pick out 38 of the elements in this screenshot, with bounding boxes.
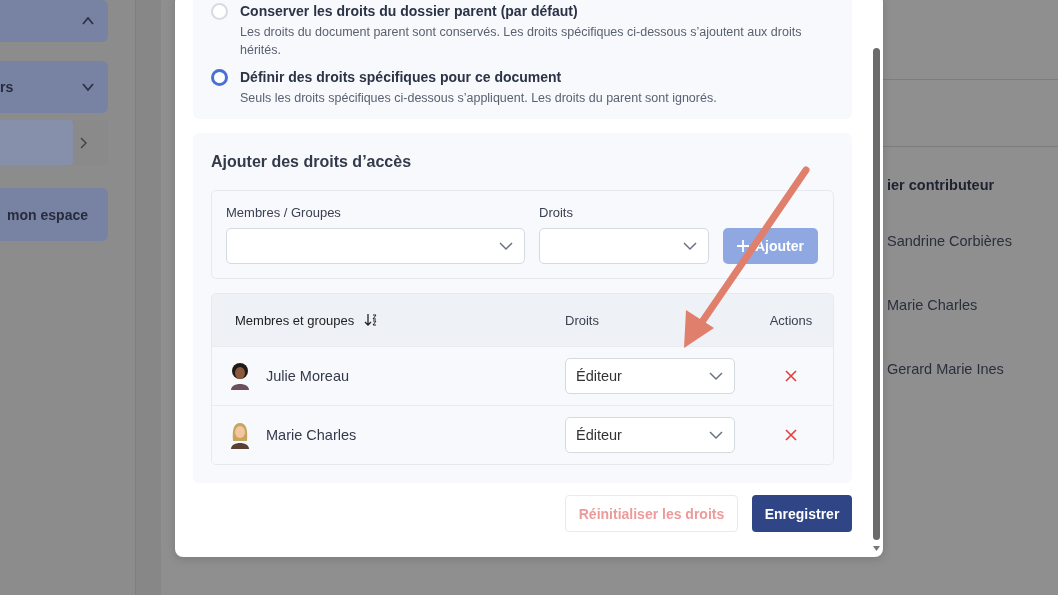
contributor-name: Marie Charles: [887, 297, 979, 315]
column-header: Droits: [565, 312, 599, 328]
contributor-name: Sandrine Corbières: [887, 233, 1013, 251]
avatar: [228, 362, 252, 390]
scroll-down-icon[interactable]: [873, 546, 880, 551]
field-label: Membres / Groupes: [226, 205, 342, 220]
save-button[interactable]: Enregistrer: [752, 495, 852, 532]
sort-icon[interactable]: [364, 313, 379, 327]
chevron-icon: [82, 83, 94, 91]
option-label: Définir des droits spécifiques pour ce document: [240, 68, 563, 87]
reset-button[interactable]: Réinitialiser les droits: [565, 495, 738, 532]
contributor-name: Gerard Marie Ines: [887, 361, 1005, 379]
sidebar-item[interactable]: [0, 0, 108, 42]
option-description: Les droits du document parent sont conservés. Les droits spécifiques ci-dessous s’ajoutent aux droits hérités.: [240, 24, 803, 59]
plus-icon: [737, 240, 749, 252]
members-select[interactable]: [226, 228, 525, 264]
section-title: Ajouter des droits d’accès: [211, 152, 413, 172]
scrollbar-thumb[interactable]: [873, 48, 880, 540]
member-name: Julie Moreau: [266, 368, 349, 384]
rights-select[interactable]: [539, 228, 709, 264]
option-description: Seuls les droits spécifiques ci-dessous s’appliquent. Les droits du parent sont ignorés.: [240, 90, 718, 107]
column-header: Membres et groupes: [235, 312, 355, 328]
remove-icon[interactable]: [785, 429, 797, 441]
rights-select[interactable]: Éditeur: [565, 417, 735, 453]
remove-icon[interactable]: [785, 370, 797, 382]
avatar: [228, 421, 252, 449]
sidebar-button[interactable]: mon espace: [0, 188, 108, 241]
member-name: Marie Charles: [266, 427, 357, 443]
sidebar-item[interactable]: rs: [0, 61, 108, 113]
column-header: Actions: [769, 312, 813, 328]
option-label: Conserver les droits du dossier parent (par défaut): [240, 2, 579, 21]
chevron-icon: [82, 17, 94, 25]
sidebar-item[interactable]: [0, 120, 73, 165]
rights-select[interactable]: Éditeur: [565, 358, 735, 394]
radio-button[interactable]: [211, 69, 228, 86]
chevron-icon: [80, 136, 87, 149]
field-label: Droits: [539, 205, 574, 220]
column-heading: ier contributeur: [887, 177, 996, 193]
